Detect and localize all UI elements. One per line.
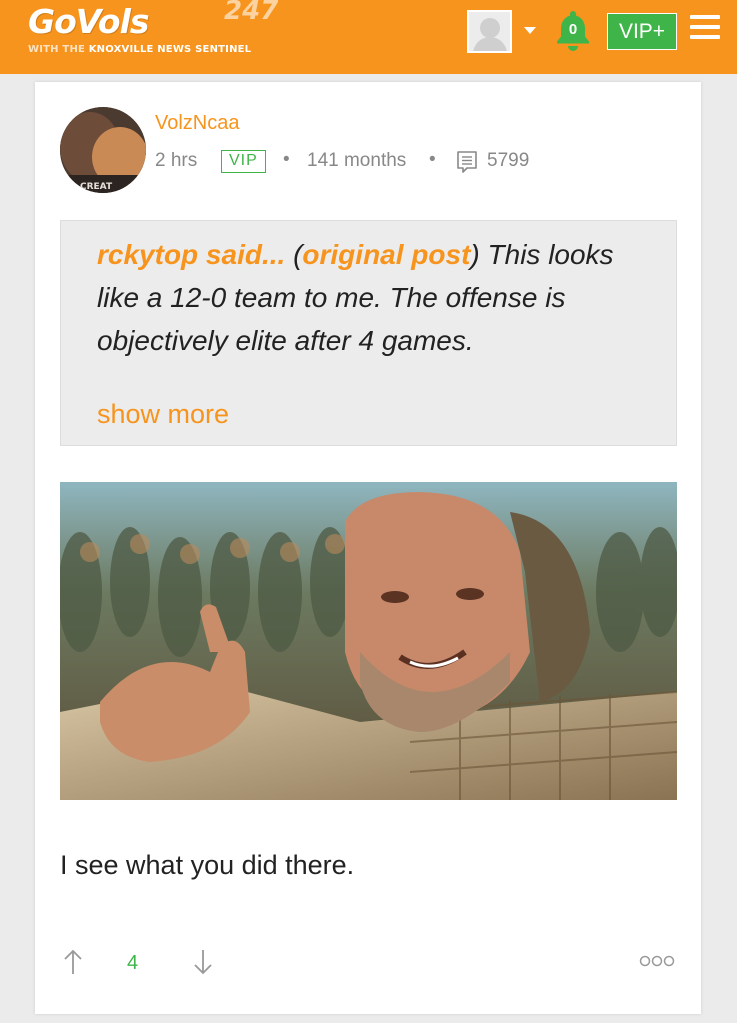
logo-247: 247 — [224, 0, 279, 26]
vote-count: 4 — [127, 952, 139, 974]
post-time[interactable]: 2 hrs — [155, 150, 197, 172]
svg-text:CREAT: CREAT — [80, 182, 113, 192]
site-logo[interactable]: GoVols 247 — [28, 0, 318, 42]
chevron-down-icon[interactable] — [524, 27, 536, 34]
quoted-post: rckytop said... (original post) This loo… — [60, 220, 677, 446]
author-name[interactable]: VolzNcaa — [155, 112, 240, 135]
notification-count: 0 — [568, 21, 578, 38]
hamburger-menu-icon[interactable] — [690, 15, 720, 43]
site-header: GoVols 247 WITH THE KNOXVILLE NEWS SENTI… — [0, 0, 737, 74]
more-options-icon[interactable] — [639, 954, 675, 968]
original-post-link[interactable]: original post — [302, 239, 470, 270]
forum-post-card: CREAT VolzNcaa 2 hrs VIP • 141 months • … — [35, 82, 701, 1014]
show-more-link[interactable]: show more — [97, 399, 229, 430]
member-tenure: 141 months — [307, 150, 407, 171]
meta-separator: • — [283, 149, 290, 170]
vip-plus-button[interactable]: VIP+ — [607, 13, 677, 50]
quote-text-block: rckytop said... (original post) This loo… — [97, 239, 614, 356]
post-body: I see what you did there. — [60, 850, 355, 880]
quote-author[interactable]: rckytop said... — [97, 239, 285, 270]
account-avatar[interactable] — [467, 10, 512, 53]
post-count: 5799 — [487, 150, 530, 171]
author-avatar-image: CREAT — [60, 107, 146, 193]
message-icon — [457, 151, 477, 173]
tagline-name: KNOXVILLE NEWS SENTINEL — [88, 44, 252, 55]
logo-tagline: WITH THE KNOXVILLE NEWS SENTINEL — [28, 44, 251, 55]
meta-separator: • — [429, 149, 436, 170]
author-avatar[interactable]: CREAT — [60, 107, 146, 193]
notifications-bell[interactable]: 0 — [555, 9, 591, 55]
arrow-up-icon[interactable] — [63, 948, 83, 976]
arrow-down-icon[interactable] — [193, 948, 213, 976]
meme-image[interactable] — [60, 482, 677, 800]
meme-image-illustration — [60, 482, 677, 800]
tagline-prefix: WITH THE — [28, 44, 86, 55]
logo-wordmark: GoVols — [28, 2, 150, 41]
vip-badge: VIP — [221, 150, 266, 173]
